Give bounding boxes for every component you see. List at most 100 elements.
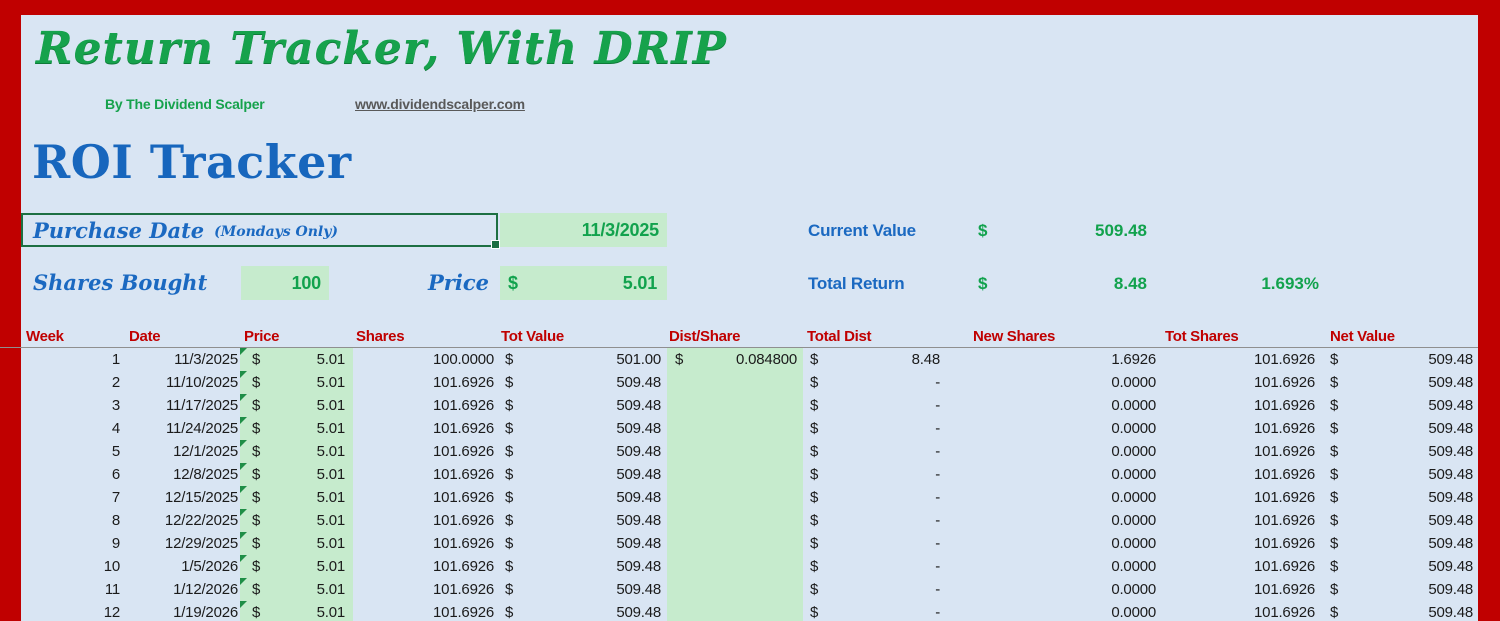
- cell-tot_value[interactable]: $509.48: [500, 463, 667, 486]
- cell-tot_shares[interactable]: 101.6926: [1163, 348, 1322, 371]
- cell-total_dist[interactable]: $ -: [803, 371, 948, 394]
- cell-shares[interactable]: 101.6926: [353, 555, 500, 578]
- shares-bought-input[interactable]: 100: [241, 266, 329, 300]
- cell-price[interactable]: $5.01: [240, 532, 353, 555]
- cell-shares[interactable]: 101.6926: [353, 578, 500, 601]
- cell-date[interactable]: 1/19/2026: [125, 601, 240, 621]
- cell-new_shares[interactable]: 1.6926: [948, 348, 1163, 371]
- cell-net_value[interactable]: $509.48: [1322, 578, 1478, 601]
- purchase-date-cell-selected[interactable]: Purchase Date (Mondays Only): [21, 213, 500, 249]
- cell-tot_shares[interactable]: 101.6926: [1163, 578, 1322, 601]
- cell-tot_shares[interactable]: 101.6926: [1163, 601, 1322, 621]
- cell-new_shares[interactable]: 0.0000: [948, 601, 1163, 621]
- cell-shares[interactable]: 101.6926: [353, 463, 500, 486]
- cell-shares[interactable]: 101.6926: [353, 601, 500, 621]
- cell-net_value[interactable]: $509.48: [1322, 394, 1478, 417]
- header-date[interactable]: Date: [125, 325, 240, 347]
- purchase-date-input[interactable]: 11/3/2025: [500, 213, 667, 247]
- cell-dist_share[interactable]: [667, 578, 803, 601]
- cell-price[interactable]: $5.01: [240, 486, 353, 509]
- cell-total_dist[interactable]: $ -: [803, 601, 948, 621]
- cell-tot_shares[interactable]: 101.6926: [1163, 532, 1322, 555]
- cell-dist_share[interactable]: [667, 509, 803, 532]
- cell-price[interactable]: $5.01: [240, 578, 353, 601]
- cell-new_shares[interactable]: 0.0000: [948, 555, 1163, 578]
- cell-net_value[interactable]: $509.48: [1322, 440, 1478, 463]
- cell-total_dist[interactable]: $ -: [803, 509, 948, 532]
- cell-tot_shares[interactable]: 101.6926: [1163, 440, 1322, 463]
- cell-tot_value[interactable]: $509.48: [500, 371, 667, 394]
- cell-date[interactable]: 12/8/2025: [125, 463, 240, 486]
- cell-date[interactable]: 11/24/2025: [125, 417, 240, 440]
- cell-price[interactable]: $5.01: [240, 348, 353, 371]
- header-new_shares[interactable]: New Shares: [948, 325, 1163, 347]
- cell-tot_value[interactable]: $509.48: [500, 394, 667, 417]
- cell-dist_share[interactable]: [667, 417, 803, 440]
- cell-date[interactable]: 12/15/2025: [125, 486, 240, 509]
- cell-price[interactable]: $5.01: [240, 509, 353, 532]
- cell-tot_shares[interactable]: 101.6926: [1163, 394, 1322, 417]
- cell-tot_value[interactable]: $509.48: [500, 601, 667, 621]
- cell-dist_share[interactable]: [667, 486, 803, 509]
- cell-net_value[interactable]: $509.48: [1322, 463, 1478, 486]
- cell-shares[interactable]: 100.0000: [353, 348, 500, 371]
- cell-total_dist[interactable]: $ -: [803, 532, 948, 555]
- cell-date[interactable]: 1/5/2026: [125, 555, 240, 578]
- cell-price[interactable]: $5.01: [240, 463, 353, 486]
- header-dist_share[interactable]: Dist/Share: [667, 325, 803, 347]
- cell-week[interactable]: 10: [21, 555, 125, 578]
- cell-price[interactable]: $5.01: [240, 555, 353, 578]
- cell-net_value[interactable]: $509.48: [1322, 371, 1478, 394]
- cell-new_shares[interactable]: 0.0000: [948, 509, 1163, 532]
- cell-total_dist[interactable]: $ -: [803, 417, 948, 440]
- cell-price[interactable]: $5.01: [240, 394, 353, 417]
- cell-price[interactable]: $5.01: [240, 417, 353, 440]
- cell-tot_value[interactable]: $509.48: [500, 578, 667, 601]
- cell-date[interactable]: 1/12/2026: [125, 578, 240, 601]
- cell-total_dist[interactable]: $ -: [803, 578, 948, 601]
- header-week[interactable]: Week: [21, 325, 125, 347]
- header-net_value[interactable]: Net Value: [1322, 325, 1478, 347]
- cell-shares[interactable]: 101.6926: [353, 509, 500, 532]
- cell-new_shares[interactable]: 0.0000: [948, 486, 1163, 509]
- cell-net_value[interactable]: $509.48: [1322, 601, 1478, 621]
- cell-shares[interactable]: 101.6926: [353, 440, 500, 463]
- cell-date[interactable]: 11/10/2025: [125, 371, 240, 394]
- cell-price[interactable]: $5.01: [240, 371, 353, 394]
- cell-dist_share[interactable]: [667, 440, 803, 463]
- selection-fill-handle[interactable]: [491, 240, 500, 249]
- cell-new_shares[interactable]: 0.0000: [948, 463, 1163, 486]
- cell-new_shares[interactable]: 0.0000: [948, 440, 1163, 463]
- header-total_dist[interactable]: Total Dist: [803, 325, 948, 347]
- cell-tot_value[interactable]: $509.48: [500, 417, 667, 440]
- cell-week[interactable]: 4: [21, 417, 125, 440]
- cell-dist_share[interactable]: [667, 532, 803, 555]
- cell-week[interactable]: 8: [21, 509, 125, 532]
- cell-week[interactable]: 3: [21, 394, 125, 417]
- website-link[interactable]: www.dividendscalper.com: [355, 96, 525, 112]
- price-input[interactable]: $ 5.01: [500, 266, 667, 300]
- cell-net_value[interactable]: $509.48: [1322, 348, 1478, 371]
- cell-new_shares[interactable]: 0.0000: [948, 417, 1163, 440]
- cell-total_dist[interactable]: $ -: [803, 440, 948, 463]
- cell-week[interactable]: 11: [21, 578, 125, 601]
- cell-new_shares[interactable]: 0.0000: [948, 578, 1163, 601]
- cell-week[interactable]: 1: [21, 348, 125, 371]
- cell-shares[interactable]: 101.6926: [353, 371, 500, 394]
- cell-tot_shares[interactable]: 101.6926: [1163, 486, 1322, 509]
- cell-dist_share[interactable]: [667, 394, 803, 417]
- cell-tot_value[interactable]: $501.00: [500, 348, 667, 371]
- header-tot_shares[interactable]: Tot Shares: [1163, 325, 1322, 347]
- cell-date[interactable]: 12/1/2025: [125, 440, 240, 463]
- cell-dist_share[interactable]: [667, 555, 803, 578]
- header-price[interactable]: Price: [240, 325, 353, 347]
- cell-tot_value[interactable]: $509.48: [500, 532, 667, 555]
- cell-shares[interactable]: 101.6926: [353, 417, 500, 440]
- cell-total_dist[interactable]: $ -: [803, 463, 948, 486]
- cell-date[interactable]: 12/29/2025: [125, 532, 240, 555]
- cell-new_shares[interactable]: 0.0000: [948, 394, 1163, 417]
- cell-date[interactable]: 11/17/2025: [125, 394, 240, 417]
- cell-dist_share[interactable]: [667, 371, 803, 394]
- cell-week[interactable]: 5: [21, 440, 125, 463]
- cell-dist_share[interactable]: [667, 601, 803, 621]
